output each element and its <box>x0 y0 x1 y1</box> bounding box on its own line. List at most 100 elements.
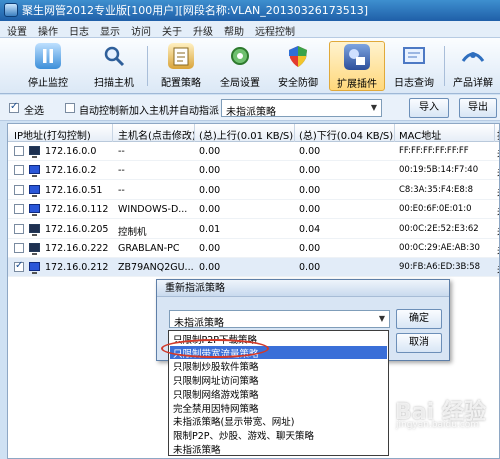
menu-help[interactable]: 帮助 <box>224 23 244 38</box>
computer-icon <box>29 243 40 255</box>
shield-icon <box>285 43 311 69</box>
dropdown-option[interactable]: 只限制网址访问策略 <box>173 373 259 387</box>
column-hostname[interactable]: 主机名(点击修改) <box>118 127 196 142</box>
mac-cell: C8:3A:35:F4:E8:8 <box>399 184 474 195</box>
menu-access[interactable]: 访问 <box>131 23 151 38</box>
export-button[interactable]: 导出 <box>459 98 497 118</box>
menu-about[interactable]: 关于 <box>162 23 182 38</box>
menu-upgrade[interactable]: 升级 <box>193 23 213 38</box>
global-settings-icon <box>227 43 253 69</box>
ip-cell: 172.16.0.112 <box>45 204 109 216</box>
column-upload[interactable]: (总)上行(0.01 KB/S) <box>199 127 293 142</box>
table-row[interactable]: 172.16.0.0--0.000.00FF:FF:FF:FF:FF:FF未 <box>8 142 499 161</box>
table-row[interactable]: 172.16.0.205 控制机 0.01 0.04 00:0C:2E:52:E3:62… <box>8 220 499 239</box>
highlight-circle <box>161 339 269 358</box>
upload-cell: 0.01 <box>199 223 221 235</box>
download-cell: 0.00 <box>299 146 321 157</box>
computer-icon <box>29 146 40 158</box>
chevron-down-icon: ▼ <box>378 314 386 323</box>
import-button[interactable]: 导入 <box>409 98 449 118</box>
auto-control-checkbox[interactable] <box>65 103 75 113</box>
hostname-cell[interactable]: -- <box>118 165 193 176</box>
config-policy-button[interactable]: 配置策略 <box>152 41 210 91</box>
column-divider <box>112 124 113 142</box>
dropdown-option[interactable]: 未指派策略(显示带宽、网址) <box>173 414 294 428</box>
hostname-cell[interactable]: 控制机 <box>118 224 193 238</box>
column-divider <box>394 124 395 142</box>
menu-settings[interactable]: 设置 <box>7 23 27 38</box>
column-divider <box>494 124 495 142</box>
select-all-label: 全选 <box>24 106 44 117</box>
hostname-cell[interactable]: GRABLAN-PC <box>118 243 193 254</box>
column-divider <box>294 124 295 142</box>
pause-icon <box>35 43 61 69</box>
stop-monitor-button[interactable]: 停止监控 <box>20 41 76 91</box>
mac-cell: 00:0C:29:AE:AB:30 <box>399 243 480 253</box>
window-title-bar: 聚生网管2012专业版[100用户][网段名称:VLAN_20130326173… <box>0 0 500 21</box>
hostname-cell[interactable]: WINDOWS-D... <box>118 204 193 215</box>
global-settings-button[interactable]: 全局设置 <box>212 41 268 91</box>
column-ip[interactable]: IP地址(打勾控制) <box>14 127 91 142</box>
ok-button[interactable]: 确定 <box>396 309 442 329</box>
dropdown-option[interactable]: 限制P2P、炒股、游戏、聊天策略 <box>173 428 314 442</box>
ip-cell: 172.16.0.205 <box>45 223 109 235</box>
menu-display[interactable]: 显示 <box>100 23 120 38</box>
dropdown-option[interactable]: 只限制炒股软件策略 <box>173 359 259 373</box>
row-checkbox[interactable] <box>14 243 24 253</box>
mac-cell: 90:FB:A6:ED:3B:58 <box>399 262 481 273</box>
row-checkbox[interactable] <box>14 146 24 156</box>
policy-select[interactable]: 未指派策略 ▼ <box>221 99 382 118</box>
security-defense-button[interactable]: 安全防御 <box>270 41 326 91</box>
upload-cell: 0.00 <box>199 262 221 274</box>
column-divider <box>194 124 195 142</box>
row-checkbox[interactable] <box>14 165 24 176</box>
cancel-button[interactable]: 取消 <box>396 333 442 353</box>
log-query-button[interactable]: 日志查询 <box>386 41 442 91</box>
log-query-icon <box>401 43 427 69</box>
table-row[interactable]: 172.16.0.212 ZB79ANQ2GU... 0.00 0.00 90:FB:A… <box>8 258 499 278</box>
upload-cell: 0.00 <box>199 204 221 216</box>
dropdown-option[interactable]: 完全禁用因特网策略 <box>173 401 259 415</box>
menu-operate[interactable]: 操作 <box>38 23 58 38</box>
menu-bar: 设置 操作 日志 显示 访问 关于 升级 帮助 远程控制 <box>0 21 500 38</box>
ip-cell: 172.16.0.2 <box>45 165 97 177</box>
window-title: 聚生网管2012专业版[100用户][网段名称:VLAN_20130326173… <box>22 4 368 17</box>
menu-log[interactable]: 日志 <box>69 23 89 38</box>
computer-icon <box>29 165 40 178</box>
row-checkbox[interactable] <box>14 260 24 273</box>
auto-control-label: 自动控制新加入主机并自动指派 <box>79 106 219 117</box>
options-bar: 全选 自动控制新加入主机并自动指派 未指派策略 ▼ 导入 导出 <box>0 95 500 121</box>
table-row[interactable]: 172.16.0.222 GRABLAN-PC 0.00 0.00 00:0C:29:A… <box>8 239 499 258</box>
toolbar: 停止监控 扫描主机 配置策略 全局设置 安全防御 扩展插件 日志查询 产品详解 <box>0 38 500 94</box>
row-checkbox[interactable] <box>14 223 24 234</box>
table-row[interactable]: 172.16.0.2--0.000.0000:19:5B:14:F7:40未 <box>8 161 499 181</box>
column-mac[interactable]: MAC地址 <box>399 127 441 142</box>
select-all-checkbox[interactable] <box>9 101 19 113</box>
mac-cell: 00:0C:2E:52:E3:62 <box>399 223 479 234</box>
table-row[interactable]: 172.16.0.112 WINDOWS-D... 0.00 0.00 00:E0:6F… <box>8 200 499 220</box>
hostname-cell[interactable]: -- <box>118 185 193 196</box>
mac-cell: 00:E0:6F:0E:01:0 <box>399 204 472 215</box>
ip-cell: 172.16.0.0 <box>45 146 97 157</box>
column-download[interactable]: (总)下行(0.04 KB/S) <box>299 127 393 142</box>
plugin-button[interactable]: 扩展插件 <box>329 41 385 91</box>
plugin-icon <box>344 44 370 70</box>
dropdown-option[interactable]: 只限制网络游戏策略 <box>173 387 259 401</box>
scan-hosts-icon <box>101 43 127 69</box>
row-checkbox[interactable] <box>14 204 24 215</box>
hostname-cell[interactable]: -- <box>118 146 193 157</box>
product-info-icon <box>460 43 486 69</box>
app-icon <box>4 3 18 17</box>
product-info-button[interactable]: 产品详解 <box>447 41 499 91</box>
toolbar-separator <box>147 46 148 86</box>
computer-icon <box>29 262 40 275</box>
dialog-policy-select[interactable]: 未指派策略 ▼ <box>169 310 390 329</box>
download-cell: 0.00 <box>299 204 321 216</box>
scan-hosts-button[interactable]: 扫描主机 <box>86 41 142 91</box>
config-policy-icon <box>168 43 194 69</box>
hostname-cell[interactable]: ZB79ANQ2GU... <box>118 262 193 273</box>
dropdown-option[interactable]: 未指派策略 <box>173 442 221 456</box>
menu-remote-control[interactable]: 远程控制 <box>255 23 295 38</box>
row-checkbox[interactable] <box>14 184 24 195</box>
table-row[interactable]: 172.16.0.51--0.000.00C8:3A:35:F4:E8:8未 <box>8 181 499 200</box>
